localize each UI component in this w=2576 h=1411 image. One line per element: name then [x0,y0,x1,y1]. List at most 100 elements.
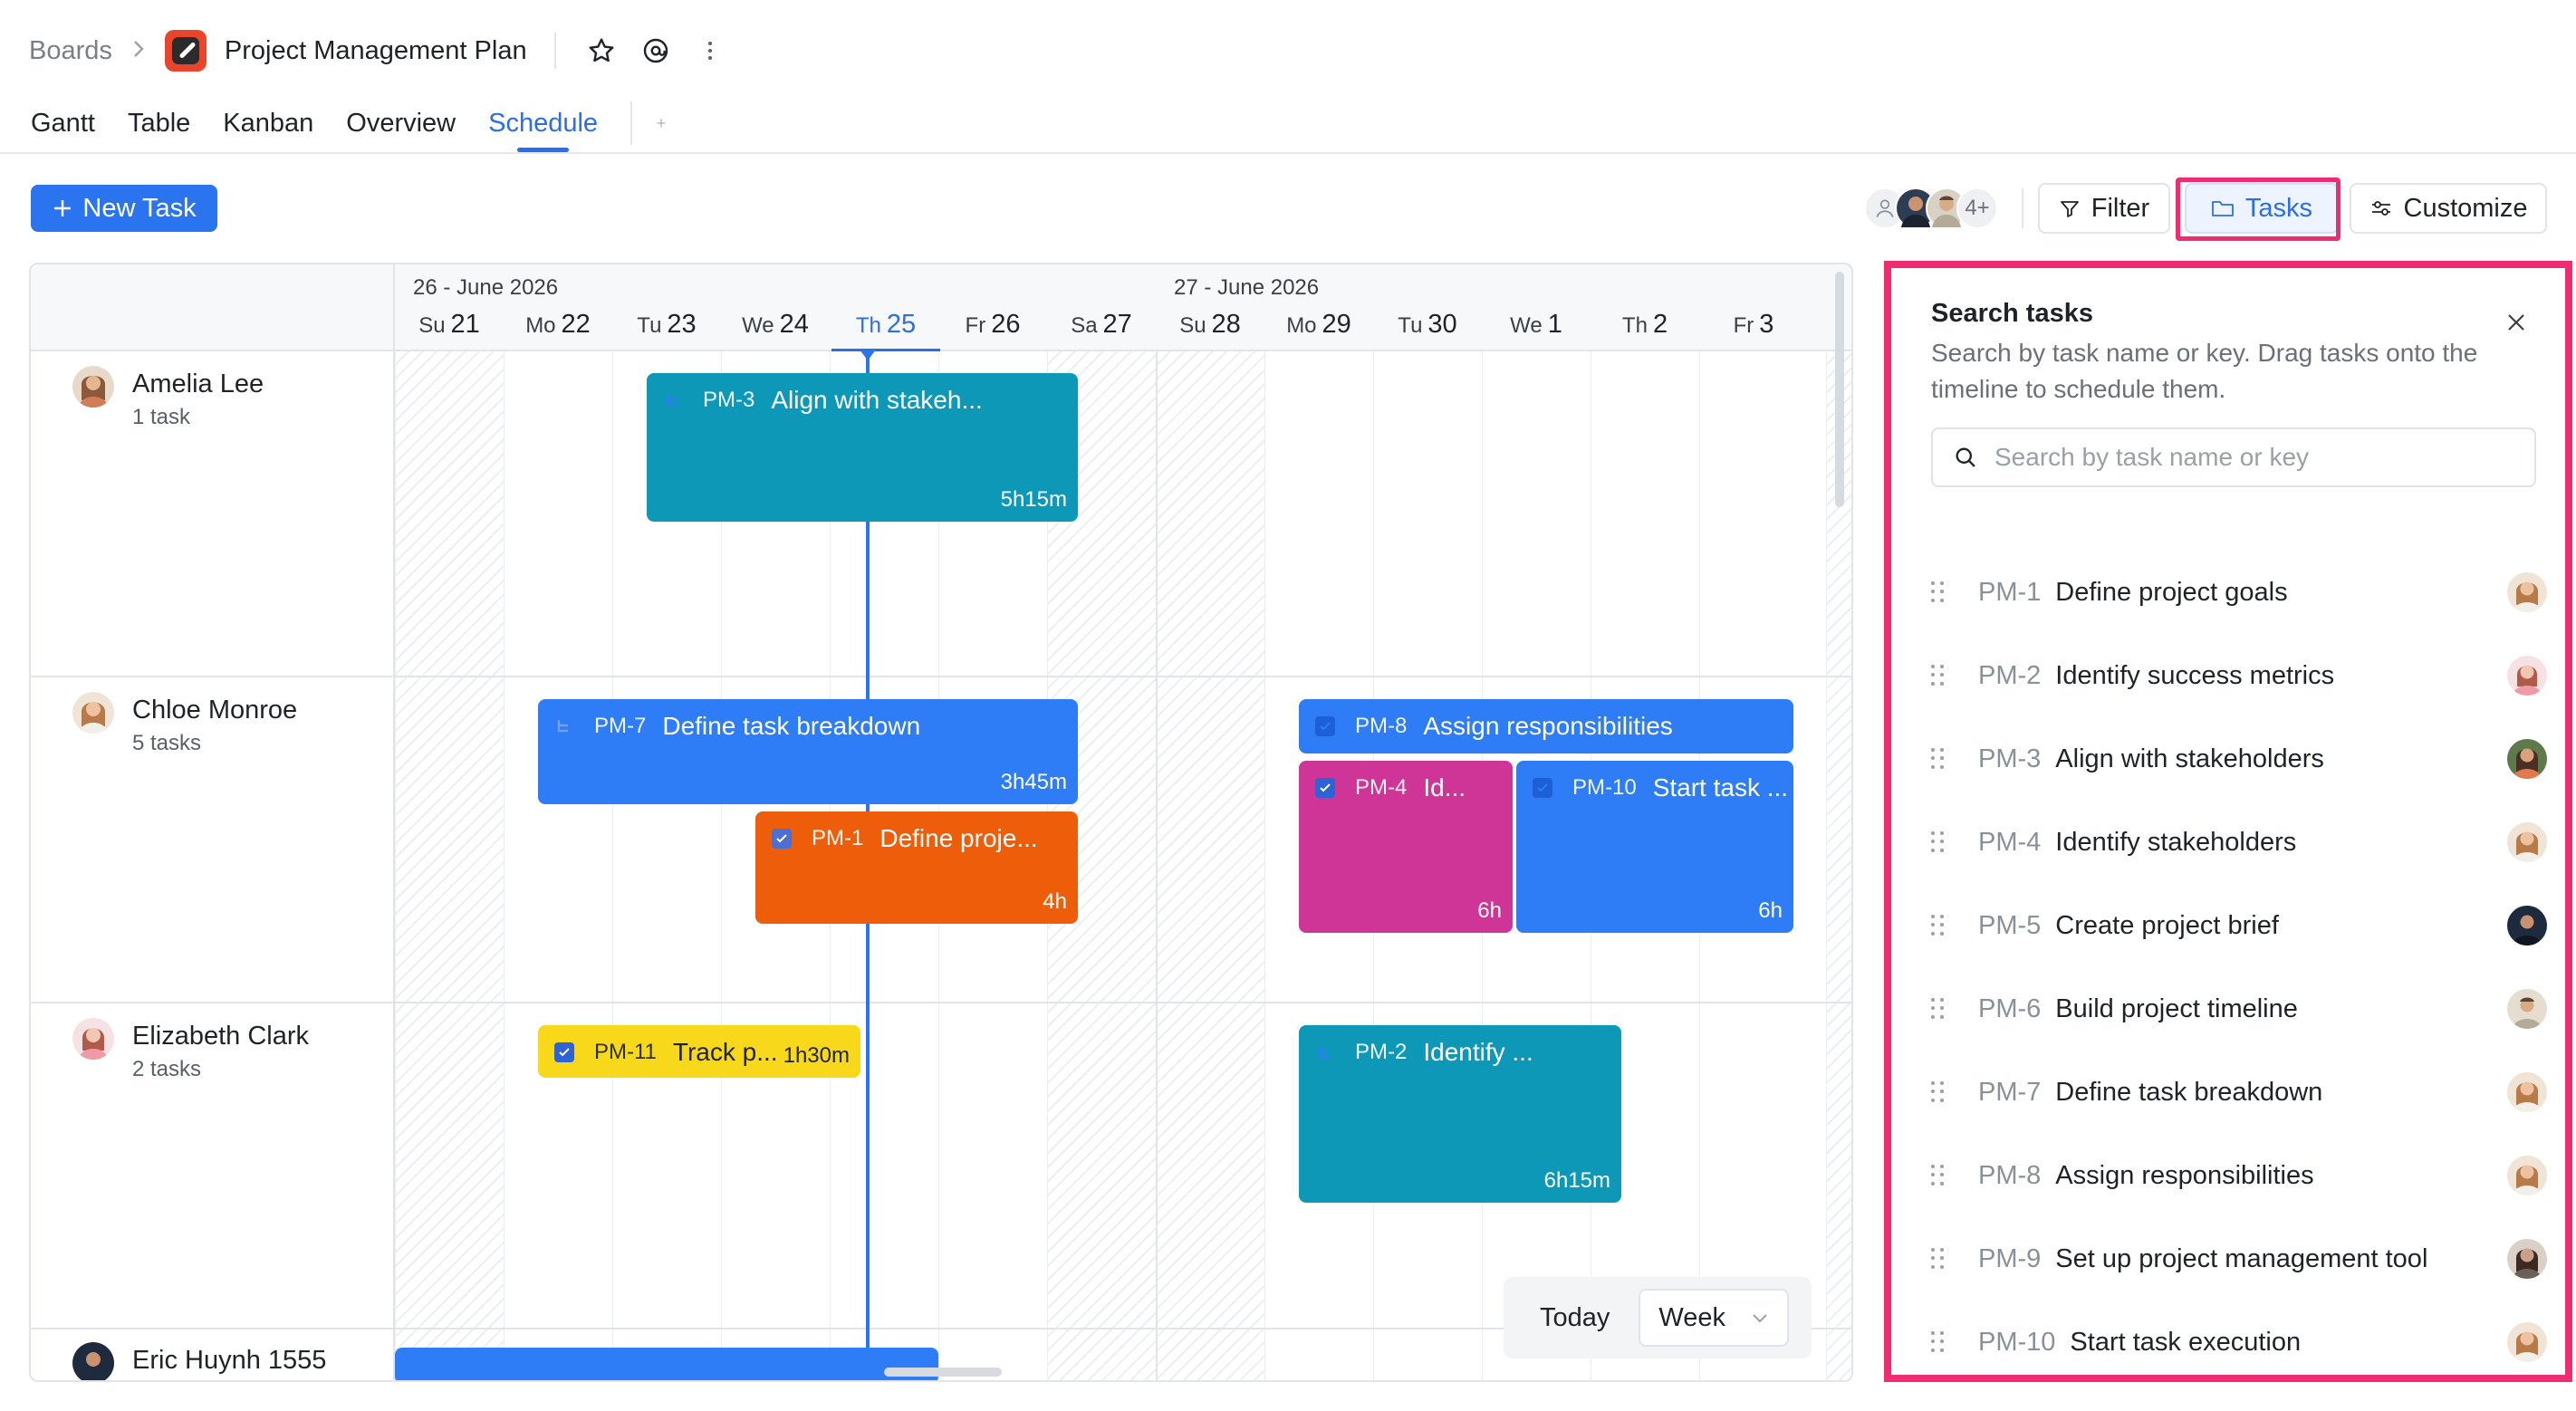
view-range-select[interactable]: Week [1639,1289,1790,1347]
assignee-row[interactable]: Chloe Monroe 5 tasks [72,692,297,759]
list-item[interactable]: PM-8 Assign responsibilities [1931,1134,2547,1217]
task-list: PM-1 Define project goals PM-2 Identify … [1931,551,2547,1384]
tasks-button[interactable]: Tasks [2185,183,2339,234]
avatar [2507,1072,2547,1112]
view-range-value: Week [1658,1302,1725,1332]
tab-gantt[interactable]: Gantt [31,101,95,154]
watch-icon[interactable] [638,33,674,69]
task-card[interactable]: PM-1 Define proje... 4h [755,811,1078,924]
assignee-row[interactable]: Eric Huynh 1555 [72,1342,326,1380]
task-key: PM-7 [1978,1077,2042,1107]
task-name: Align with stakeholders [2055,744,2324,773]
tab-overview[interactable]: Overview [346,101,456,154]
task-key: PM-6 [1978,993,2042,1023]
drag-handle-icon[interactable] [1931,831,1946,853]
breadcrumb: Boards Project Management Plan [29,27,728,74]
chevron-right-icon [130,37,147,65]
task-card[interactable]: PM-11 Track p... 1h30m [538,1025,860,1078]
tab-schedule[interactable]: Schedule [488,101,598,154]
subtask-icon [1315,1042,1335,1062]
filter-icon [2060,201,2079,217]
avatar [72,692,114,734]
timeline-body[interactable]: PM-3 Align with stakeh... 5h15m PM-7 Defin… [395,351,1851,1380]
task-duration: 1h30m [783,1043,850,1068]
row-divider [31,1328,395,1329]
close-icon[interactable] [2500,306,2533,339]
drag-handle-icon[interactable] [1931,998,1946,1020]
task-duration: 5h15m [1000,487,1067,512]
task-card[interactable]: PM-8 Assign responsibilities [1299,699,1793,753]
drag-handle-icon[interactable] [1931,1331,1946,1353]
list-item[interactable]: PM-9 Set up project management tool [1931,1217,2547,1301]
drag-handle-icon[interactable] [1931,665,1946,686]
vertical-scrollbar[interactable] [1835,272,1844,507]
list-item[interactable]: PM-10 Start task execution [1931,1301,2547,1384]
drag-handle-icon[interactable] [1931,581,1946,603]
avatar [2507,989,2547,1029]
project-title[interactable]: Project Management Plan [225,36,527,66]
top-header: Boards Project Management Plan Gantt Tab… [0,0,2576,154]
list-item[interactable]: PM-5 Create project brief [1931,884,2547,967]
drag-handle-icon[interactable] [1931,1081,1946,1103]
task-card[interactable]: PM-7 Define task breakdown 3h45m [538,699,1078,804]
list-item[interactable]: PM-2 Identify success metrics [1931,634,2547,717]
task-duration: 6h [1477,898,1502,923]
list-item[interactable]: PM-1 Define project goals [1931,551,2547,634]
list-item[interactable]: PM-7 Define task breakdown [1931,1051,2547,1134]
new-task-button[interactable]: New Task [31,185,217,232]
task-name: Create project brief [2055,910,2279,940]
list-item[interactable]: PM-3 Align with stakeholders [1931,717,2547,801]
breadcrumb-boards-link[interactable]: Boards [29,36,112,66]
folder-icon [2212,201,2234,216]
subtask-icon [554,716,574,736]
avatar [72,1342,114,1380]
task-card[interactable]: PM-2 Identify ... 6h15m [1299,1025,1621,1203]
customize-button[interactable]: Customize [2350,183,2547,234]
task-duration: 6h15m [1543,1168,1610,1193]
assignee-task-count: 2 tasks [132,1057,202,1081]
task-key: PM-8 [1978,1160,2042,1190]
avatar [72,366,114,408]
list-item[interactable]: PM-6 Build project timeline [1931,967,2547,1051]
task-card[interactable]: PM-4 Id... 6h [1299,761,1513,933]
avatar [2507,1322,2547,1362]
drag-handle-icon[interactable] [1931,748,1946,770]
day-header: Mo 22 [525,310,591,339]
task-name: Set up project management tool [2055,1243,2428,1273]
drag-handle-icon[interactable] [1931,915,1946,936]
schedule-grid: 26 - June 2026 27 - June 2026 Su 21 Mo 22 … [29,263,1853,1382]
star-icon[interactable] [583,33,620,69]
checkbox-icon [1533,778,1552,798]
assignee-row[interactable]: Elizabeth Clark 2 tasks [72,1018,309,1085]
task-name: Define task breakdown [2055,1077,2323,1107]
tab-kanban[interactable]: Kanban [223,101,313,154]
day-header: Tu 23 [637,310,697,339]
row-divider [395,1002,1851,1003]
task-name: Start task execution [2070,1327,2302,1357]
avatar [2507,656,2547,696]
week-label: 26 - June 2026 [413,275,559,300]
task-key: PM-3 [1978,744,2042,773]
task-search-input[interactable] [1994,443,2502,472]
filter-button[interactable]: Filter [2038,183,2170,234]
horizontal-scrollbar[interactable] [884,1368,1002,1377]
avatar [2507,739,2547,779]
tab-table[interactable]: Table [128,101,190,154]
more-vertical-icon[interactable] [692,33,728,69]
drag-handle-icon[interactable] [1931,1248,1946,1270]
drag-handle-icon[interactable] [1931,1165,1946,1186]
task-card[interactable]: PM-3 Align with stakeh... 5h15m [647,373,1078,522]
more-members-badge: 4+ [1956,187,1998,229]
member-avatars[interactable]: 4+ [1864,185,1998,232]
week-label: 27 - June 2026 [1174,275,1320,300]
row-divider [395,676,1851,677]
task-duration: 6h [1758,898,1783,923]
today-button[interactable]: Today [1540,1303,1610,1333]
list-item[interactable]: PM-4 Identify stakeholders [1931,801,2547,884]
assignee-row[interactable]: Amelia Lee 1 task [72,366,264,433]
add-view-icon[interactable] [630,101,667,145]
task-card[interactable] [395,1348,938,1380]
day-column [504,351,612,1380]
task-card[interactable]: PM-10 Start task ... 6h [1516,761,1793,933]
task-name: Build project timeline [2055,993,2298,1023]
